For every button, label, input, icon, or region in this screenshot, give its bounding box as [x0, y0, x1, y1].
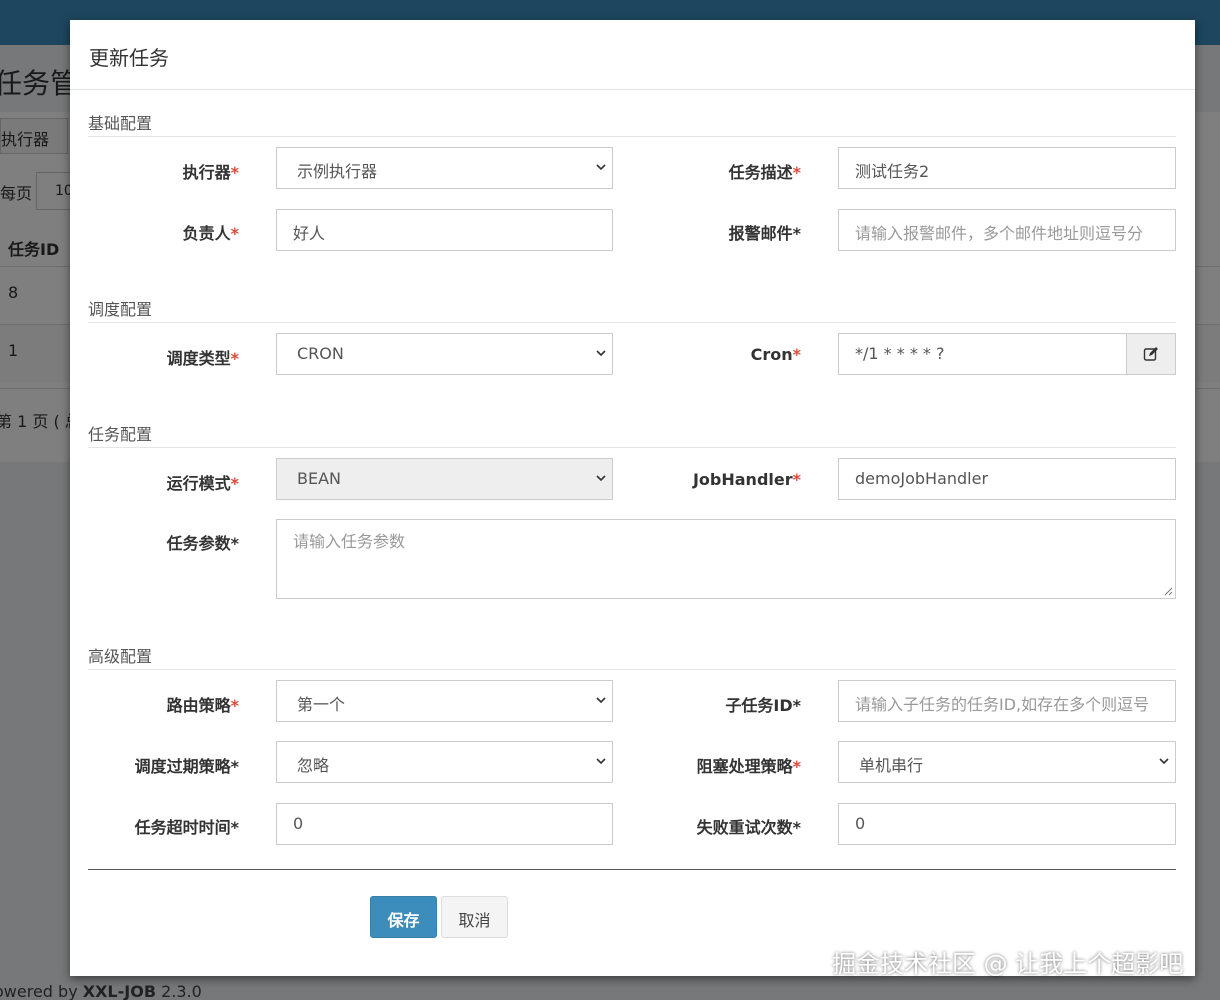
child-job-id-input[interactable]: 请输入子任务的任务ID,如存在多个则逗号: [838, 680, 1176, 722]
author-label: 负责人*: [182, 224, 239, 243]
chevron-down-icon: [596, 475, 606, 482]
cron-input[interactable]: */1 * * * * ?: [838, 333, 1127, 375]
chevron-down-icon: [596, 164, 606, 171]
modal-header: 更新任务: [70, 20, 1195, 90]
edit-icon: [1143, 347, 1158, 361]
chevron-down-icon: [596, 697, 606, 704]
block-strategy-select[interactable]: 单机串行: [838, 741, 1176, 783]
job-param-label: 任务参数*: [166, 534, 239, 553]
resize-grip-icon[interactable]: [1163, 586, 1173, 596]
fail-retry-input[interactable]: 0: [838, 803, 1176, 845]
alarm-email-input[interactable]: 请输入报警邮件，多个邮件地址则逗号分: [838, 209, 1176, 251]
executor-select[interactable]: 示例执行器: [276, 147, 613, 189]
job-param-textarea[interactable]: 请输入任务参数: [276, 519, 1176, 599]
cron-edit-button[interactable]: [1126, 333, 1176, 375]
block-strategy-label: 阻塞处理策略*: [696, 757, 801, 776]
child-job-id-label: 子任务ID*: [725, 696, 801, 715]
update-job-modal: 更新任务 基础配置 执行器* 示例执行器 任务描述* 测试任务2 负责人* 好人…: [70, 20, 1195, 976]
form-divider: [88, 869, 1176, 870]
job-desc-input[interactable]: 测试任务2: [838, 147, 1176, 189]
section-basic-config: 基础配置: [88, 110, 1176, 137]
section-advanced-config: 高级配置: [88, 643, 1176, 670]
chevron-down-icon: [596, 758, 606, 765]
chevron-down-icon: [1159, 758, 1169, 765]
section-schedule-config: 调度配置: [88, 296, 1176, 323]
author-input[interactable]: 好人: [276, 209, 613, 251]
chevron-down-icon: [596, 350, 606, 357]
cancel-button[interactable]: 取消: [441, 896, 508, 938]
job-desc-label: 任务描述*: [728, 163, 801, 182]
schedule-type-label: 调度类型*: [166, 349, 239, 368]
save-button[interactable]: 保存: [370, 896, 437, 938]
misfire-strategy-select[interactable]: 忽略: [276, 741, 613, 783]
job-handler-input[interactable]: demoJobHandler: [838, 458, 1176, 500]
alarm-email-label: 报警邮件*: [728, 224, 801, 243]
watermark: 掘金技术社区 @ 让我上个超影吧: [832, 950, 1184, 978]
timeout-input[interactable]: 0: [276, 803, 613, 845]
job-handler-label: JobHandler*: [692, 470, 801, 489]
route-strategy-label: 路由策略*: [166, 696, 239, 715]
cron-label: Cron*: [750, 345, 801, 364]
executor-label: 执行器*: [182, 163, 239, 182]
timeout-label: 任务超时时间*: [134, 818, 239, 837]
schedule-type-select[interactable]: CRON: [276, 333, 613, 375]
fail-retry-label: 失败重试次数*: [696, 818, 801, 837]
misfire-strategy-label: 调度过期策略*: [134, 757, 239, 776]
glue-type-select: BEAN: [276, 458, 613, 500]
section-task-config: 任务配置: [88, 421, 1176, 448]
modal-title: 更新任务: [89, 46, 169, 70]
route-strategy-select[interactable]: 第一个: [276, 680, 613, 722]
glue-type-label: 运行模式*: [166, 474, 239, 493]
